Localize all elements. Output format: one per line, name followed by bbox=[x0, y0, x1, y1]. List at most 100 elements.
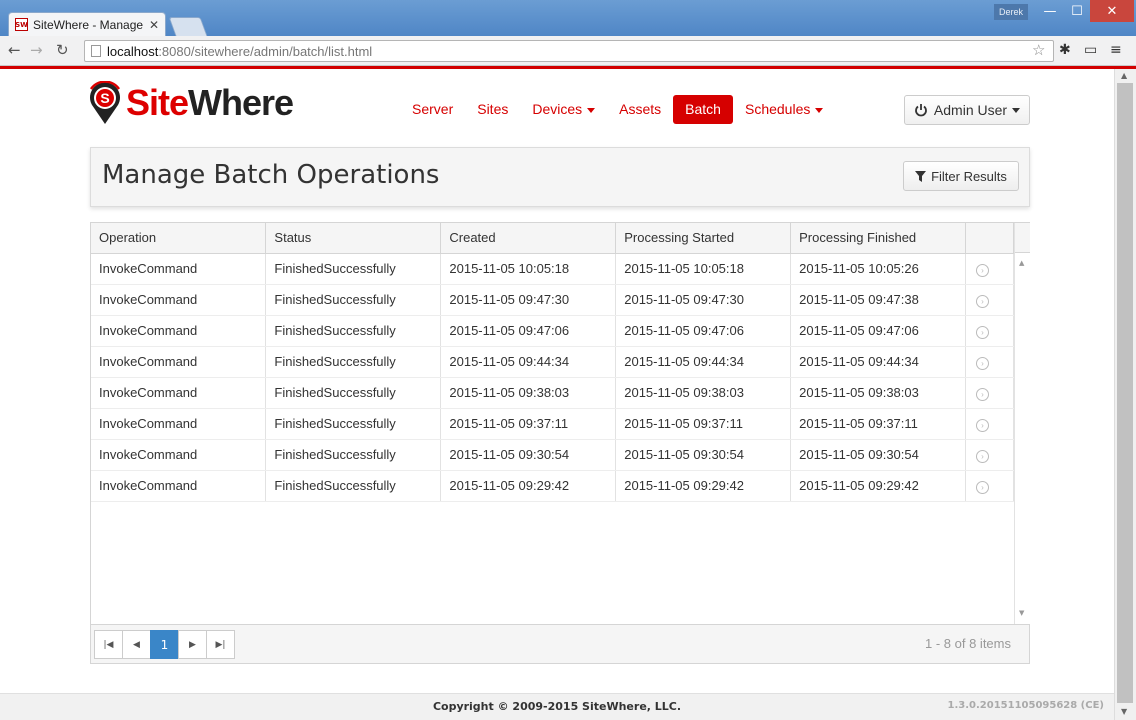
cell-operation: InvokeCommand bbox=[91, 470, 267, 502]
cell-actions: › bbox=[965, 284, 1015, 316]
cell-processing-started: 2015-11-05 09:44:34 bbox=[615, 346, 792, 378]
nav-batch[interactable]: Batch bbox=[673, 95, 733, 124]
admin-user-button[interactable]: Admin User bbox=[904, 95, 1030, 125]
cell-processing-started: 2015-11-05 09:38:03 bbox=[615, 377, 792, 409]
cell-created: 2015-11-05 09:44:34 bbox=[440, 346, 617, 378]
sitewhere-logo[interactable]: S SiteWhere bbox=[88, 81, 294, 125]
reload-icon[interactable]: ↻ bbox=[56, 41, 69, 59]
close-window-icon[interactable]: ✕ bbox=[1090, 0, 1134, 22]
version-text: 1.3.0.20151105095628 (CE) bbox=[947, 700, 1104, 711]
table-row[interactable]: InvokeCommand FinishedSuccessfully 2015-11… bbox=[91, 439, 1015, 471]
table-row[interactable]: InvokeCommand FinishedSuccessfully 2015-11… bbox=[91, 377, 1015, 409]
open-arrow-icon[interactable]: › bbox=[975, 387, 989, 401]
filter-results-button[interactable]: Filter Results bbox=[903, 161, 1019, 191]
open-arrow-icon[interactable]: › bbox=[975, 480, 989, 494]
minimize-icon[interactable]: — bbox=[1036, 0, 1064, 22]
nav-schedules[interactable]: Schedules bbox=[733, 95, 835, 124]
extension-gear-icon[interactable]: ✱ bbox=[1059, 42, 1071, 58]
next-page-icon[interactable]: ▶ bbox=[178, 630, 207, 659]
url-host: localhost bbox=[107, 43, 159, 59]
last-page-icon[interactable]: ▶| bbox=[206, 630, 235, 659]
title-bar: Manage Batch Operations Filter Results bbox=[90, 147, 1030, 207]
cell-status: FinishedSuccessfully bbox=[265, 377, 442, 409]
cell-created: 2015-11-05 09:47:30 bbox=[440, 284, 617, 316]
first-page-icon[interactable]: |◀ bbox=[94, 630, 123, 659]
batch-operations-table: Operation Status Created Processing Star… bbox=[91, 223, 1015, 502]
table-row[interactable]: InvokeCommand FinishedSuccessfully 2015-11… bbox=[91, 408, 1015, 440]
scroll-down-icon[interactable]: ▼ bbox=[1019, 609, 1024, 617]
cell-processing-started: 2015-11-05 09:29:42 bbox=[615, 470, 792, 502]
chevron-down-icon bbox=[1012, 107, 1021, 113]
tab-close-icon[interactable]: ✕ bbox=[149, 18, 159, 32]
table-header-row: Operation Status Created Processing Star… bbox=[91, 223, 1015, 254]
grid-scrollbar[interactable]: ▲ ▼ bbox=[1014, 223, 1030, 663]
tab-strip: SW SiteWhere - Manage ✕ Derek — ☐ ✕ bbox=[0, 0, 1136, 36]
cell-operation: InvokeCommand bbox=[91, 284, 267, 316]
cell-status: FinishedSuccessfully bbox=[265, 346, 442, 378]
column-header-operation[interactable]: Operation bbox=[91, 223, 267, 254]
bookmark-star-icon[interactable]: ☆ bbox=[1032, 41, 1045, 59]
prev-page-icon[interactable]: ◀ bbox=[122, 630, 151, 659]
table-row[interactable]: InvokeCommand FinishedSuccessfully 2015-11… bbox=[91, 315, 1015, 347]
cell-processing-finished: 2015-11-05 09:47:06 bbox=[790, 315, 966, 347]
column-header-status[interactable]: Status bbox=[265, 223, 442, 254]
cell-created: 2015-11-05 09:47:06 bbox=[440, 315, 617, 347]
open-arrow-icon[interactable]: › bbox=[975, 294, 989, 308]
open-arrow-icon[interactable]: › bbox=[975, 418, 989, 432]
table-row[interactable]: InvokeCommand FinishedSuccessfully 2015-11… bbox=[91, 346, 1015, 378]
new-tab-button[interactable] bbox=[168, 17, 208, 36]
open-arrow-icon[interactable]: › bbox=[975, 356, 989, 370]
cell-actions: › bbox=[965, 470, 1015, 502]
cell-operation: InvokeCommand bbox=[91, 408, 267, 440]
nav-sites[interactable]: Sites bbox=[465, 95, 520, 124]
cell-created: 2015-11-05 09:29:42 bbox=[440, 470, 617, 502]
scrollbar-thumb[interactable] bbox=[1117, 83, 1133, 703]
menu-icon[interactable]: ≡ bbox=[1110, 42, 1122, 58]
favicon-icon: SW bbox=[15, 18, 28, 31]
page-content: S SiteWhere Server Sites Devices Assets … bbox=[0, 69, 1114, 720]
browser-chrome: SW SiteWhere - Manage ✕ Derek — ☐ ✕ ← → … bbox=[0, 0, 1136, 69]
cell-actions: › bbox=[965, 253, 1015, 285]
cell-status: FinishedSuccessfully bbox=[265, 284, 442, 316]
browser-toolbar: ← → ↻ localhost:8080/sitewhere/admin/bat… bbox=[0, 36, 1136, 66]
scroll-up-icon[interactable]: ▲ bbox=[1019, 259, 1024, 267]
cell-actions: › bbox=[965, 346, 1015, 378]
batch-operations-grid: Operation Status Created Processing Star… bbox=[90, 222, 1030, 664]
back-arrow-icon[interactable]: ← bbox=[8, 41, 21, 59]
maximize-icon[interactable]: ☐ bbox=[1064, 0, 1090, 22]
cell-created: 2015-11-05 10:05:18 bbox=[440, 253, 617, 285]
table-row[interactable]: InvokeCommand FinishedSuccessfully 2015-11… bbox=[91, 470, 1015, 502]
table-row[interactable]: InvokeCommand FinishedSuccessfully 2015-11… bbox=[91, 253, 1015, 285]
filter-results-label: Filter Results bbox=[931, 168, 1007, 184]
chevron-down-icon bbox=[587, 107, 596, 113]
column-header-created[interactable]: Created bbox=[440, 223, 617, 254]
open-arrow-icon[interactable]: › bbox=[975, 263, 989, 277]
forward-arrow-icon[interactable]: → bbox=[30, 41, 43, 59]
scroll-down-icon[interactable]: ▼ bbox=[1121, 707, 1127, 716]
scroll-up-icon[interactable]: ▲ bbox=[1121, 71, 1127, 80]
address-bar[interactable]: localhost:8080/sitewhere/admin/batch/lis… bbox=[84, 40, 1054, 62]
open-arrow-icon[interactable]: › bbox=[975, 325, 989, 339]
page-number-button[interactable]: 1 bbox=[150, 630, 179, 659]
cell-processing-started: 2015-11-05 09:47:30 bbox=[615, 284, 792, 316]
column-header-processing-started[interactable]: Processing Started bbox=[615, 223, 792, 254]
cast-icon[interactable]: ▭ bbox=[1084, 42, 1097, 58]
page-title: Manage Batch Operations bbox=[102, 160, 440, 190]
grid-pager: |◀ ◀ 1 ▶ ▶| 1 - 8 of 8 items bbox=[90, 624, 1030, 664]
browser-tab[interactable]: SW SiteWhere - Manage ✕ bbox=[8, 12, 166, 36]
nav-server[interactable]: Server bbox=[400, 95, 465, 124]
column-header-processing-finished[interactable]: Processing Finished bbox=[790, 223, 966, 254]
nav-devices[interactable]: Devices bbox=[520, 95, 607, 124]
cell-status: FinishedSuccessfully bbox=[265, 253, 442, 285]
footer: Copyright © 2009-2015 SiteWhere, LLC. 1.… bbox=[0, 693, 1114, 720]
table-row[interactable]: InvokeCommand FinishedSuccessfully 2015-11… bbox=[91, 284, 1015, 316]
main-nav: Server Sites Devices Assets Batch Schedu… bbox=[400, 95, 835, 124]
cell-processing-finished: 2015-11-05 09:37:11 bbox=[790, 408, 966, 440]
profile-badge[interactable]: Derek bbox=[994, 4, 1028, 20]
cell-operation: InvokeCommand bbox=[91, 377, 267, 409]
nav-assets[interactable]: Assets bbox=[607, 95, 673, 124]
table-body: InvokeCommand FinishedSuccessfully 2015-11… bbox=[91, 253, 1015, 502]
page-scrollbar[interactable]: ▲ ▼ bbox=[1114, 69, 1136, 720]
open-arrow-icon[interactable]: › bbox=[975, 449, 989, 463]
cell-operation: InvokeCommand bbox=[91, 253, 267, 285]
